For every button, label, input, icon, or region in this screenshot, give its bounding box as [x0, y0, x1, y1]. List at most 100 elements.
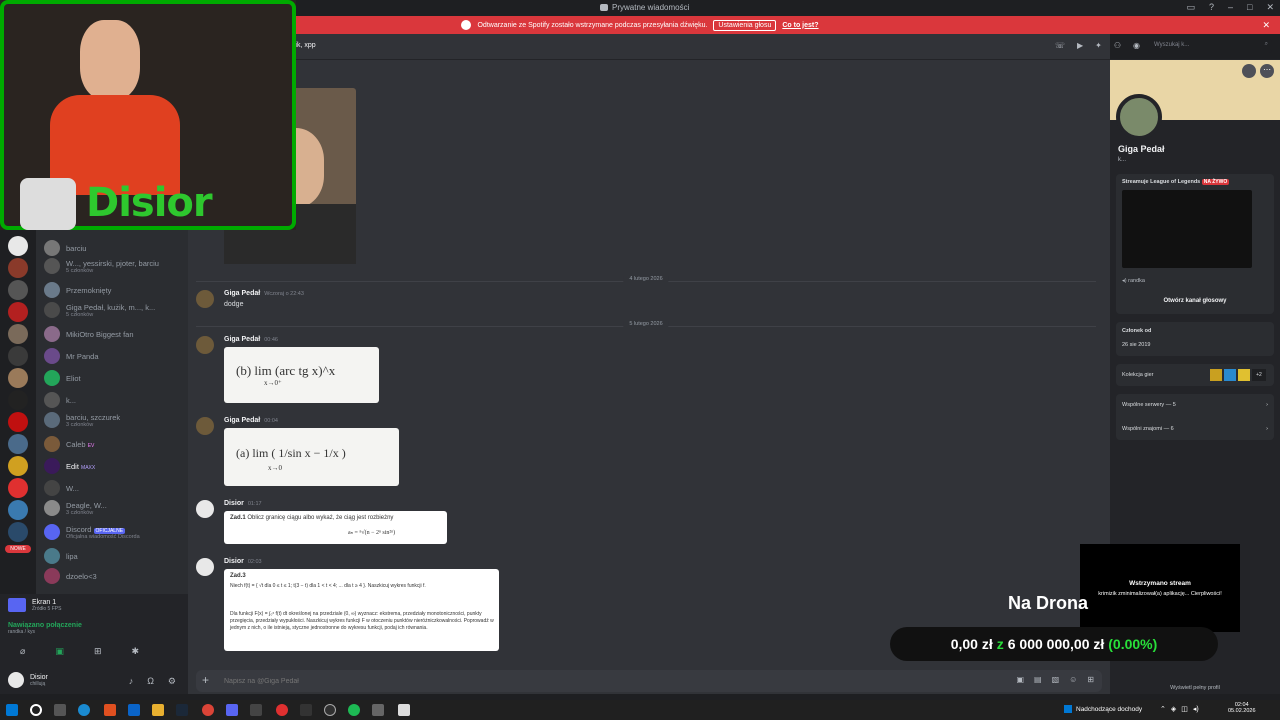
microphone-icon[interactable]: ♪	[129, 676, 134, 687]
minimize-button[interactable]: –	[1228, 2, 1233, 13]
math-image[interactable]: (b) lim (arc tg x)^x x→0⁺	[224, 347, 379, 403]
avatar[interactable]	[196, 417, 214, 435]
math-image[interactable]: (a) lim ( 1/sin x − 1/x ) x→0	[224, 428, 399, 486]
list-item[interactable]: Mr Panda	[44, 348, 99, 364]
list-item[interactable]: k...	[44, 392, 76, 408]
author-name[interactable]: Giga Pedał	[224, 336, 260, 343]
list-item[interactable]: Giga Pedał, kużik, m..., k... 5 członków	[44, 302, 155, 318]
server-icon[interactable]	[8, 390, 28, 410]
list-item[interactable]: Caleb EV	[44, 436, 94, 452]
screen-share-status[interactable]: Ekran 1 Źródło 5 FPS	[8, 598, 61, 612]
server-icon[interactable]	[8, 258, 28, 278]
app-icon[interactable]	[250, 704, 262, 716]
author-name[interactable]: Disior	[224, 500, 244, 507]
app-icon[interactable]	[300, 704, 312, 716]
help-icon[interactable]: ?	[1209, 2, 1214, 13]
author-name[interactable]: Disior	[224, 558, 244, 565]
list-item[interactable]: barciu	[44, 240, 86, 256]
list-item[interactable]: MikiOtro Biggest fan	[44, 326, 134, 342]
discord-icon[interactable]	[226, 704, 238, 716]
task-image[interactable]: Zad.1 Oblicz granicę ciągu albo wykaż, ż…	[224, 511, 447, 544]
stream-preview[interactable]	[1122, 190, 1252, 268]
spotify-icon[interactable]	[348, 704, 360, 716]
attach-plus-icon[interactable]: +	[202, 673, 209, 687]
avatar[interactable]	[196, 336, 214, 354]
clock[interactable]: 02:04 05.02.2026	[1228, 702, 1256, 714]
search-input[interactable]: Wyszukaj k... ⌕	[1148, 39, 1272, 53]
emoji-icon[interactable]: ☺	[1069, 675, 1077, 684]
pin-icon[interactable]: ✦	[1095, 41, 1102, 50]
edge-icon[interactable]	[78, 704, 90, 716]
outlook-icon[interactable]	[128, 704, 140, 716]
system-tray[interactable]: ⌃ ◈ ◫ ◂)	[1160, 705, 1199, 713]
game-collection[interactable]: Kolekcja gier +2	[1116, 364, 1274, 386]
message-input[interactable]	[224, 674, 824, 688]
voice-channel[interactable]: randka	[1128, 278, 1145, 284]
tray-icon[interactable]: ◈	[1171, 705, 1176, 713]
list-item[interactable]: W...	[44, 480, 79, 496]
what-is-this-link[interactable]: Co to jest?	[782, 22, 818, 29]
mutual-servers[interactable]: Wspólne serwery — 5 ›	[1122, 402, 1268, 408]
soundboard-icon[interactable]: ✱	[131, 646, 139, 657]
search-icon[interactable]	[30, 704, 42, 716]
list-item[interactable]: W..., yessirski, pjoter, barciu 5 członkó…	[44, 258, 159, 274]
obs-icon[interactable]	[324, 704, 336, 716]
voice-settings-button[interactable]: Ustawienia głosu	[713, 19, 777, 31]
view-full-profile-link[interactable]: Wyświetl pełny profil	[1110, 685, 1280, 691]
app-icon[interactable]	[398, 704, 410, 716]
camera-off-icon[interactable]: ⌀	[20, 646, 25, 657]
close-notice-icon[interactable]: ✕	[1262, 20, 1270, 31]
gif-icon[interactable]: ▤	[1034, 675, 1042, 684]
apps-icon[interactable]: ⊞	[1087, 675, 1094, 684]
avatar[interactable]	[8, 672, 24, 688]
add-member-icon[interactable]: ⚇	[1114, 41, 1121, 50]
list-item[interactable]: Discord OFICJALNE Oficjalna wiadomość Dis…	[44, 524, 140, 540]
network-icon[interactable]: ◫	[1181, 705, 1188, 713]
task-image[interactable]: Zad.3 Niech f(t) = { √t dla 0 ≤ t ≤ 1; t…	[224, 569, 499, 651]
avatar[interactable]	[196, 290, 214, 308]
app-icon[interactable]	[372, 704, 384, 716]
start-icon[interactable]	[6, 704, 18, 716]
server-icon[interactable]	[8, 324, 28, 344]
voice-connection[interactable]: Nawiązano połączenie randka / kys	[8, 622, 82, 635]
author-name[interactable]: Giga Pedał	[224, 417, 260, 424]
screen-share-icon[interactable]: ▣	[55, 646, 64, 657]
open-voice-button[interactable]: Otwórz kanał głosowy	[1122, 294, 1268, 308]
list-item[interactable]: Deagle, W... 3 członków	[44, 500, 107, 516]
server-icon[interactable]	[8, 522, 28, 542]
inbox-icon[interactable]: ▭	[1186, 2, 1195, 13]
list-item[interactable]: Edit MAXX	[44, 458, 95, 474]
news-widget[interactable]: Nadchodzące dochody	[1064, 705, 1142, 713]
chevron-up-icon[interactable]: ⌃	[1160, 705, 1166, 713]
task-view-icon[interactable]	[54, 704, 66, 716]
author-name[interactable]: Giga Pedał	[224, 290, 260, 297]
explorer-icon[interactable]	[152, 704, 164, 716]
list-item[interactable]: lipa	[44, 548, 78, 564]
avatar[interactable]	[196, 500, 214, 518]
volume-icon[interactable]: ◂)	[1193, 705, 1199, 713]
server-icon[interactable]	[8, 236, 28, 256]
app-icon[interactable]	[276, 704, 288, 716]
profile-icon[interactable]: ◉	[1133, 41, 1140, 50]
settings-gear-icon[interactable]: ⚙	[168, 676, 176, 687]
server-icon[interactable]	[8, 346, 28, 366]
list-item[interactable]: Eliot	[44, 370, 81, 386]
chrome-icon[interactable]	[202, 704, 214, 716]
server-icon[interactable]	[8, 280, 28, 300]
server-icon[interactable]	[8, 302, 28, 322]
office-icon[interactable]	[104, 704, 116, 716]
mutual-friends[interactable]: Wspólni znajomi — 6 ›	[1122, 426, 1268, 432]
list-item[interactable]: Przemoknięty	[44, 282, 111, 298]
server-icon[interactable]	[8, 412, 28, 432]
avatar[interactable]	[196, 558, 214, 576]
server-icon[interactable]	[8, 500, 28, 520]
steam-icon[interactable]	[176, 704, 188, 716]
sticker-icon[interactable]: ▧	[1052, 675, 1060, 684]
maximize-button[interactable]: □	[1247, 2, 1252, 13]
video-icon[interactable]: ▶	[1077, 41, 1083, 50]
more-options-icon[interactable]: ⋯	[1260, 64, 1274, 78]
server-icon[interactable]	[8, 368, 28, 388]
phone-icon[interactable]: ☏	[1055, 41, 1065, 50]
gift-icon[interactable]: ▣	[1016, 675, 1024, 684]
list-item[interactable]: barciu, szczurek 3 członków	[44, 412, 120, 428]
